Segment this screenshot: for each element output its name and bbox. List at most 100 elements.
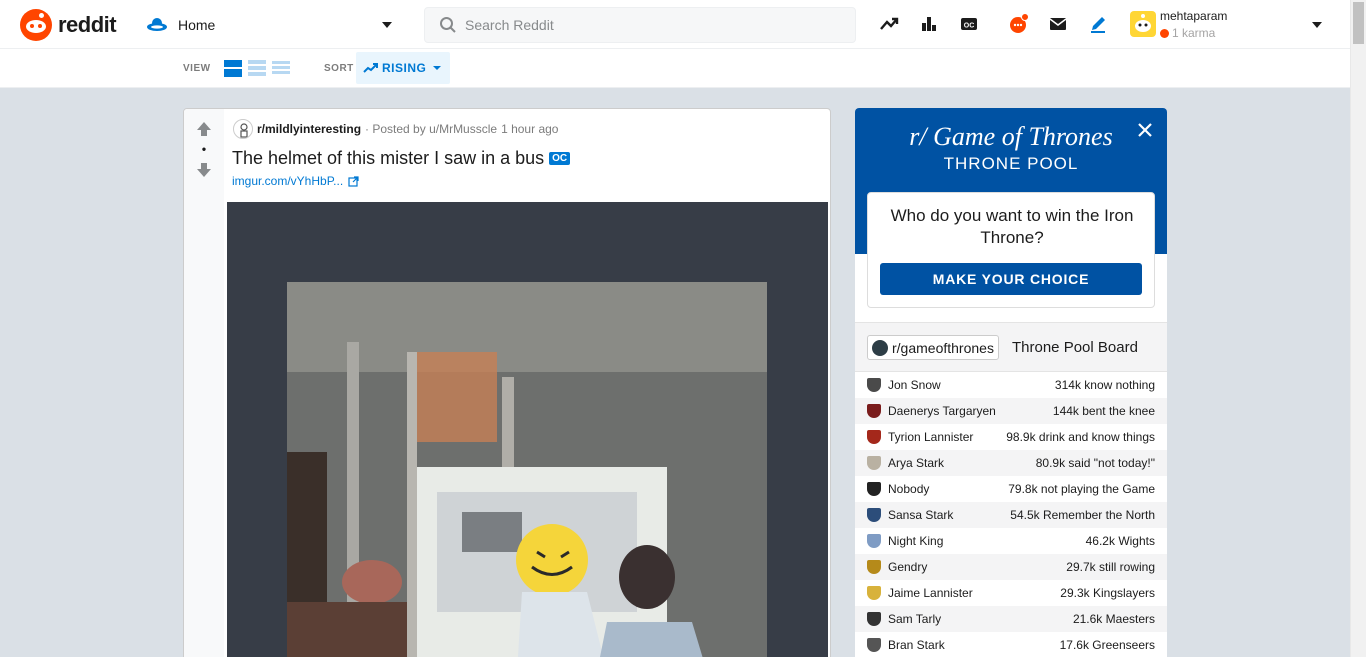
close-icon[interactable] [1135, 120, 1155, 140]
house-sigil-icon [867, 430, 881, 444]
house-sigil-icon [867, 612, 881, 626]
board-title: Throne Pool Board [1012, 339, 1138, 356]
throne-question: Who do you want to win the Iron Throne? [890, 206, 1134, 247]
board-header: r/gameofthrones Throne Pool Board [855, 322, 1167, 372]
house-sigil-icon [867, 560, 881, 574]
contender-name: Nobody [888, 482, 930, 496]
sort-label: SORT [324, 63, 354, 74]
board-row: Jaime Lannister 29.3k Kingslayers [855, 580, 1167, 606]
sort-dropdown[interactable]: RISING [356, 52, 450, 84]
contender-votes: 79.8k not playing the Game [1008, 482, 1155, 496]
page-scrollbar[interactable] [1350, 0, 1366, 657]
search-icon [440, 17, 456, 33]
logo-text: reddit [58, 12, 117, 37]
home-dropdown[interactable]: Home [146, 12, 398, 38]
post-meta: r/mildlyinteresting · Posted by u/MrMuss… [233, 119, 558, 139]
banner-title: r/ Game of Thrones [909, 122, 1113, 151]
home-icon [146, 14, 168, 36]
compact-view-icon[interactable] [272, 60, 290, 77]
contender-votes: 46.2k Wights [1085, 534, 1155, 548]
contender-name: Gendry [888, 560, 928, 574]
contender-name: Sansa Stark [888, 508, 954, 522]
contender-votes: 98.9k drink and know things [1006, 430, 1155, 444]
contender-name: Daenerys Targaryen [888, 404, 996, 418]
svg-text:OC: OC [964, 23, 975, 30]
post-image[interactable] [287, 282, 767, 657]
avatar [1130, 11, 1156, 37]
username: mehtaparam [1160, 9, 1228, 23]
make-choice-button[interactable]: MAKE YOUR CHOICE [880, 263, 1142, 295]
subreddit-icon [872, 339, 888, 356]
house-sigil-icon [867, 638, 881, 652]
board-row: Bran Stark 17.6k Greenseers [855, 632, 1167, 657]
post-card[interactable]: • r/mildlyinteresting · Posted by u/MrMu… [183, 108, 831, 657]
post-time: 1 hour ago [501, 122, 559, 136]
contender-name: Sam Tarly [888, 612, 942, 626]
house-sigil-icon [867, 456, 881, 470]
karma-icon [1160, 28, 1169, 38]
karma-count: 1 karma [1160, 26, 1215, 40]
subreddit-link[interactable]: r/mildlyinteresting [257, 122, 361, 136]
contender-votes: 29.7k still rowing [1066, 560, 1155, 574]
contender-name: Tyrion Lannister [888, 430, 974, 444]
stats-icon[interactable] [918, 13, 940, 35]
chat-icon[interactable] [1007, 13, 1029, 35]
post-title[interactable]: The helmet of this mister I saw in a bus… [232, 148, 571, 169]
house-sigil-icon [867, 404, 881, 418]
contender-votes: 80.9k said "not today!" [1035, 456, 1155, 470]
contender-name: Bran Stark [888, 638, 945, 652]
subreddit-icon[interactable] [233, 119, 253, 139]
vote-column: • [184, 109, 224, 657]
house-sigil-icon [867, 508, 881, 522]
board-row: Night King 46.2k Wights [855, 528, 1167, 554]
vote-score: • [201, 142, 207, 156]
contender-name: Night King [888, 534, 944, 548]
question-box: Who do you want to win the Iron Throne? … [867, 192, 1155, 308]
contender-votes: 21.6k Maesters [1072, 612, 1155, 626]
external-link-icon [348, 175, 359, 187]
post-media[interactable] [227, 202, 828, 657]
contender-name: Jaime Lannister [888, 586, 973, 600]
subreddit-pill[interactable]: r/gameofthrones [867, 335, 999, 360]
sort-value: RISING [382, 61, 427, 75]
board-row: Sansa Stark 54.5k Remember the North [855, 502, 1167, 528]
contender-votes: 17.6k Greenseers [1059, 638, 1155, 652]
board-row: Jon Snow 314k know nothing [855, 372, 1167, 398]
rising-icon [363, 63, 378, 73]
chevron-down-icon [433, 66, 442, 70]
contender-votes: 29.3k Kingslayers [1060, 586, 1155, 600]
board-row: Gendry 29.7k still rowing [855, 554, 1167, 580]
create-post-icon[interactable] [1087, 13, 1109, 35]
downvote-icon[interactable] [196, 162, 212, 178]
external-link[interactable]: imgur.com/vYhHbP... [232, 174, 359, 188]
contender-name: Arya Stark [888, 456, 945, 470]
throne-pool-board: Jon Snow 314k know nothing Daenerys Targar… [855, 372, 1167, 657]
board-row: Sam Tarly 21.6k Maesters [855, 606, 1167, 632]
board-row: Nobody 79.8k not playing the Game [855, 476, 1167, 502]
posted-by[interactable]: · Posted by u/MrMusscle [365, 122, 497, 136]
contender-name: Jon Snow [888, 378, 941, 392]
oc-flair: OC [549, 152, 571, 165]
view-label: VIEW [183, 63, 211, 74]
house-sigil-icon [867, 482, 881, 496]
reddit-logo[interactable]: reddit [20, 9, 117, 41]
board-row: Tyrion Lannister 98.9k drink and know thi… [855, 424, 1167, 450]
home-label: Home [178, 17, 216, 33]
snoo-icon [20, 9, 52, 41]
card-view-icon[interactable] [224, 60, 242, 77]
search-bar[interactable] [424, 7, 856, 43]
classic-view-icon[interactable] [248, 60, 266, 77]
house-sigil-icon [867, 534, 881, 548]
chevron-down-icon [382, 22, 392, 28]
mail-icon[interactable] [1047, 13, 1069, 35]
board-row: Arya Stark 80.9k said "not today!" [855, 450, 1167, 476]
scrollbar-thumb[interactable] [1353, 2, 1364, 44]
oc-icon[interactable]: OC [958, 13, 980, 35]
house-sigil-icon [867, 378, 881, 392]
popular-icon[interactable] [878, 13, 900, 35]
contender-votes: 144k bent the knee [1052, 404, 1155, 418]
search-input[interactable] [465, 17, 845, 33]
user-menu[interactable]: mehtaparam 1 karma [1128, 7, 1328, 43]
banner-subtitle: THRONE POOL [943, 154, 1079, 173]
upvote-icon[interactable] [196, 121, 212, 137]
